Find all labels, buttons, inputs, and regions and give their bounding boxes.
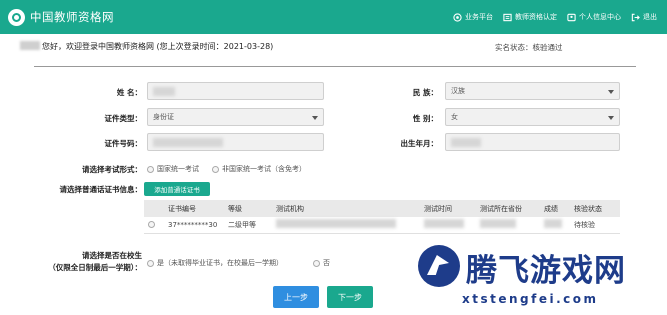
student-option-no-label: 否 <box>323 259 330 267</box>
next-step-button[interactable]: 下一步 <box>327 286 373 308</box>
col-level: 等级 <box>224 200 272 217</box>
col-test-time: 测试时间 <box>420 200 476 217</box>
radio-icon[interactable] <box>313 259 320 267</box>
name-label: 姓 名： <box>116 88 142 97</box>
id-number-label: 证件号码： <box>104 139 143 148</box>
id-number-field <box>147 133 324 151</box>
col-status: 核验状态 <box>570 200 620 217</box>
mandarin-label: 请选择普通话证书信息： <box>59 185 143 194</box>
divider <box>34 66 636 67</box>
birth-label: 出生年月： <box>400 139 439 148</box>
radio-icon[interactable] <box>147 165 154 173</box>
radio-icon[interactable] <box>147 259 154 267</box>
top-header: 中国教师资格网 业务平台 教师资格认定 个人信息中心 退出 <box>0 0 667 34</box>
welcome-message: 您好，欢迎登录中国教师资格网 (您上次登录时间：2021-03-28) <box>20 41 273 52</box>
cell-level: 二级甲等 <box>224 217 272 234</box>
ethnicity-value: 汉族 <box>451 87 465 95</box>
col-cert-no: 证书编号 <box>164 200 224 217</box>
student-option-yes-label: 是（未取得毕业证书，在校最后一学期） <box>157 259 283 267</box>
radio-icon[interactable] <box>148 221 155 229</box>
logout-icon <box>631 13 640 22</box>
verification-status: 实名状态：核验通过 <box>495 43 563 52</box>
nav-item-profile[interactable]: 个人信息中心 <box>567 12 621 22</box>
gender-value: 女 <box>451 113 458 121</box>
cell-score <box>540 217 570 234</box>
ethnicity-select[interactable]: 汉族 <box>445 82 620 100</box>
col-province: 测试所在省份 <box>476 200 540 217</box>
redacted-score <box>544 219 562 229</box>
ethnicity-label: 民 族： <box>412 88 438 97</box>
exam-option-non-national-label: 非国家统一考试（含免考） <box>222 165 306 173</box>
header-nav: 业务平台 教师资格认定 个人信息中心 退出 <box>453 0 657 34</box>
id-type-value: 身份证 <box>153 113 174 121</box>
exam-form-label: 请选择考试形式： <box>82 165 142 174</box>
select-column-header <box>144 200 164 217</box>
watermark: 腾飞游戏网 xtstengfei.com <box>418 241 667 315</box>
watermark-logo-icon <box>418 245 460 287</box>
table-row[interactable]: 37*********30 二级甲等 待核验 <box>144 217 620 234</box>
student-label-line1: 请选择是否在校生 <box>82 251 142 260</box>
nav-label-logout: 退出 <box>643 13 657 21</box>
cell-province <box>476 217 540 234</box>
col-institution: 测试机构 <box>272 200 420 217</box>
platform-icon <box>453 12 462 22</box>
logo-icon <box>8 8 25 26</box>
welcome-text: 您好，欢迎登录中国教师资格网 (您上次登录时间：2021-03-28) <box>42 42 274 51</box>
student-option-no[interactable]: 否 <box>313 258 330 268</box>
exam-option-national-label: 国家统一考试 <box>157 165 199 173</box>
nav-label-profile: 个人信息中心 <box>579 13 621 21</box>
site-title: 中国教师资格网 <box>30 10 114 24</box>
student-label-line2: （仅限全日制最后一学期）： <box>48 263 142 272</box>
cell-cert-no: 37*********30 <box>164 217 224 234</box>
user-icon <box>567 13 576 22</box>
redacted-birth <box>451 137 481 147</box>
certificate-icon <box>503 13 512 22</box>
id-type-label: 证件类型： <box>104 114 143 123</box>
gender-select[interactable]: 女 <box>445 108 620 126</box>
gender-label: 性 别： <box>412 114 438 123</box>
name-field <box>147 82 324 100</box>
radio-icon[interactable] <box>212 165 219 173</box>
nav-item-logout[interactable]: 退出 <box>631 12 657 22</box>
exam-option-national[interactable]: 国家统一考试 <box>147 164 199 174</box>
cell-institution <box>272 217 420 234</box>
redacted-institution <box>276 219 396 229</box>
nav-item-certification[interactable]: 教师资格认定 <box>503 12 557 22</box>
cell-test-time <box>420 217 476 234</box>
nav-label-platform: 业务平台 <box>465 13 493 21</box>
add-mandarin-cert-button[interactable]: 添加普通话证书 <box>144 182 210 196</box>
id-type-select[interactable]: 身份证 <box>147 108 324 126</box>
nav-item-platform[interactable]: 业务平台 <box>453 12 493 22</box>
row-select-cell <box>144 217 164 234</box>
redacted-name <box>153 86 175 96</box>
table-header-row: 证书编号 等级 测试机构 测试时间 测试所在省份 成绩 核验状态 <box>144 200 620 217</box>
site-logo[interactable]: 中国教师资格网 <box>8 8 114 26</box>
birth-field <box>445 133 620 151</box>
redacted-province <box>480 219 516 229</box>
exam-option-non-national[interactable]: 非国家统一考试（含免考） <box>212 164 306 174</box>
nav-label-certification: 教师资格认定 <box>515 13 557 21</box>
mandarin-cert-table: 证书编号 等级 测试机构 测试时间 测试所在省份 成绩 核验状态 37*****… <box>144 200 620 234</box>
cell-status: 待核验 <box>570 217 620 234</box>
previous-step-button[interactable]: 上一步 <box>273 286 319 308</box>
student-option-yes[interactable]: 是（未取得毕业证书，在校最后一学期） <box>147 258 283 268</box>
redacted-username <box>20 41 40 50</box>
redacted-id-number <box>153 137 223 147</box>
watermark-url: xtstengfei.com <box>462 292 599 306</box>
redacted-test-time <box>424 219 464 229</box>
watermark-text: 腾飞游戏网 <box>466 253 626 289</box>
col-score: 成绩 <box>540 200 570 217</box>
